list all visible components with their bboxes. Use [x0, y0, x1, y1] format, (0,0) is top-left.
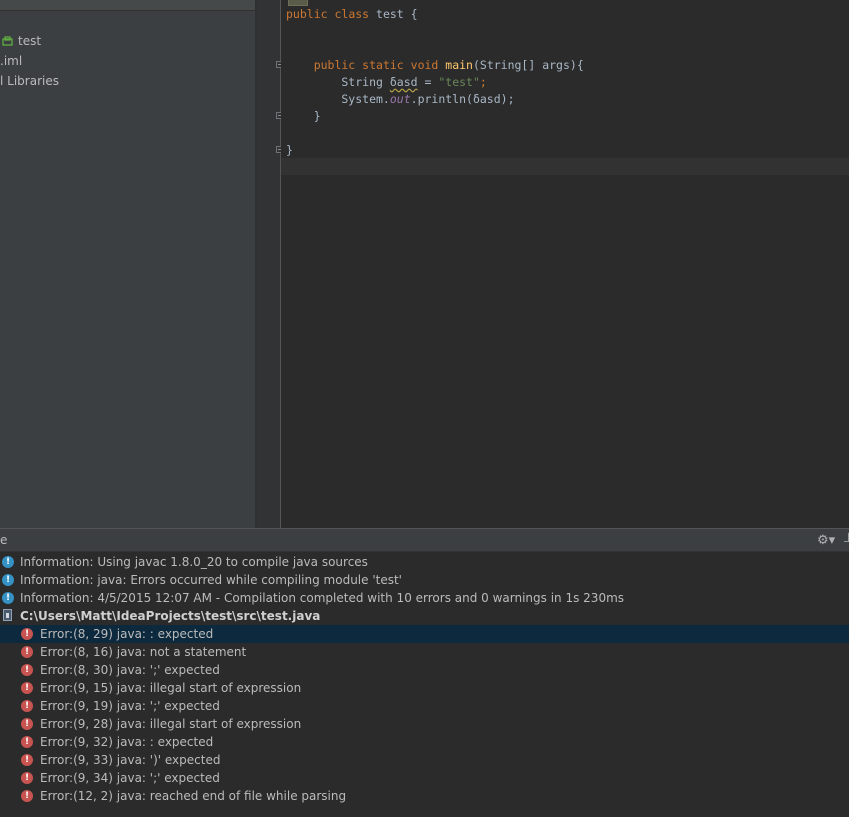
code-token: public	[286, 7, 335, 21]
code-token: class	[334, 7, 377, 21]
code-token: out	[389, 92, 411, 106]
code-token: System.	[286, 92, 390, 106]
error-icon: !	[21, 682, 33, 694]
message-text: Error:(12, 2) java: reached end of file …	[40, 789, 347, 803]
code-token: "test"	[438, 75, 480, 89]
error-icon: !	[21, 790, 33, 802]
tree-item-label: l Libraries	[0, 74, 59, 88]
code-line[interactable]: public static void main(String[] args){	[286, 57, 584, 74]
info-icon: !	[2, 574, 14, 586]
info-icon: !	[2, 556, 14, 568]
tree-item-test[interactable]: test	[2, 31, 41, 51]
code-token: .println(δasd);	[410, 92, 515, 106]
message-text: Error:(8, 30) java: ';' expected	[40, 663, 220, 677]
error-message[interactable]: ! Error:(8, 29) java: : expected	[0, 625, 849, 643]
error-icon: !	[21, 736, 33, 748]
code-line[interactable]: System.out.println(δasd);	[286, 91, 515, 108]
code-token: String	[286, 75, 390, 89]
message-text: Information: java: Errors occurred while…	[20, 573, 402, 587]
message-text: Information: 4/5/2015 12:07 AM - Compila…	[20, 591, 625, 605]
class-file-icon	[2, 36, 13, 46]
gear-icon[interactable]: ⚙▾	[817, 533, 835, 548]
code-token: static	[362, 58, 411, 72]
messages-header: e ⚙▾ ⊥	[0, 529, 849, 552]
message-text: Information: Using javac 1.8.0_20 to com…	[20, 555, 368, 569]
message-text: Error:(9, 15) java: illegal start of exp…	[40, 681, 302, 695]
error-icon: !	[21, 772, 33, 784]
message-text: Error:(9, 19) java: ';' expected	[40, 699, 220, 713]
message-text: Error:(9, 28) java: illegal start of exp…	[40, 717, 302, 731]
error-message[interactable]: ! Error:(9, 28) java: illegal start of e…	[0, 715, 849, 733]
tree-item-label: .iml	[0, 54, 23, 68]
tree-item-iml[interactable]: .iml	[0, 51, 22, 71]
code-token: main	[445, 58, 473, 72]
message-text: Error:(9, 33) java: ')' expected	[40, 753, 221, 767]
project-panel: test .iml l Libraries	[0, 0, 255, 528]
messages-title: e	[0, 533, 8, 547]
error-message[interactable]: ! Error:(9, 32) java: : expected	[0, 733, 849, 751]
code-token: δasd	[389, 75, 418, 89]
java-file-icon	[3, 609, 12, 621]
error-message[interactable]: ! Error:(9, 33) java: ')' expected	[0, 751, 849, 769]
message-text: Error:(9, 32) java: : expected	[40, 735, 214, 749]
tree-item-label: test	[18, 34, 42, 48]
messages-panel: e ⚙▾ ⊥ ! Information: Using javac 1.8.0_…	[0, 528, 849, 817]
info-message[interactable]: ! Information: 4/5/2015 12:07 AM - Compi…	[0, 589, 849, 607]
code-token: void	[410, 58, 446, 72]
code-token: }	[286, 109, 321, 123]
code-token: test {	[376, 7, 418, 21]
hide-panel-icon[interactable]: ⊥	[843, 531, 849, 546]
info-message[interactable]: ! Information: Using javac 1.8.0_20 to c…	[0, 553, 849, 571]
file-message-group[interactable]: C:\Users\Matt\IdeaProjects\test\src\test…	[0, 607, 849, 625]
code-line[interactable]: public class test {	[286, 6, 418, 23]
error-message[interactable]: ! Error:(8, 16) java: not a statement	[0, 643, 849, 661]
code-token: (String[] args){	[472, 58, 584, 72]
error-message[interactable]: ! Error:(9, 34) java: ';' expected	[0, 769, 849, 787]
project-panel-header	[0, 0, 255, 11]
file-path: C:\Users\Matt\IdeaProjects\test\src\test…	[20, 609, 321, 623]
error-icon: !	[21, 700, 33, 712]
code-line[interactable]: String δasd = "test";	[286, 74, 487, 91]
code-token: =	[417, 75, 439, 89]
error-icon: !	[21, 628, 33, 640]
error-icon: !	[21, 754, 33, 766]
code-token: public	[286, 58, 363, 72]
code-line[interactable]: }	[286, 108, 321, 125]
tree-item-external-libraries[interactable]: l Libraries	[0, 71, 59, 91]
info-message[interactable]: ! Information: java: Errors occurred whi…	[0, 571, 849, 589]
error-icon: !	[21, 718, 33, 730]
code-line[interactable]: }	[286, 142, 293, 159]
caret-line-highlight	[281, 158, 849, 175]
error-message[interactable]: ! Error:(12, 2) java: reached end of fil…	[0, 787, 849, 805]
message-text: Error:(8, 29) java: : expected	[40, 627, 214, 641]
code-token: }	[286, 143, 293, 157]
error-message[interactable]: ! Error:(8, 30) java: ';' expected	[0, 661, 849, 679]
error-message[interactable]: ! Error:(9, 19) java: ';' expected	[0, 697, 849, 715]
info-icon: !	[2, 592, 14, 604]
error-icon: !	[21, 664, 33, 676]
code-token: ;	[479, 75, 487, 89]
message-text: Error:(9, 34) java: ';' expected	[40, 771, 220, 785]
editor-gutter[interactable]	[257, 0, 281, 528]
message-text: Error:(8, 16) java: not a statement	[40, 645, 247, 659]
error-icon: !	[21, 646, 33, 658]
error-message[interactable]: ! Error:(9, 15) java: illegal start of e…	[0, 679, 849, 697]
